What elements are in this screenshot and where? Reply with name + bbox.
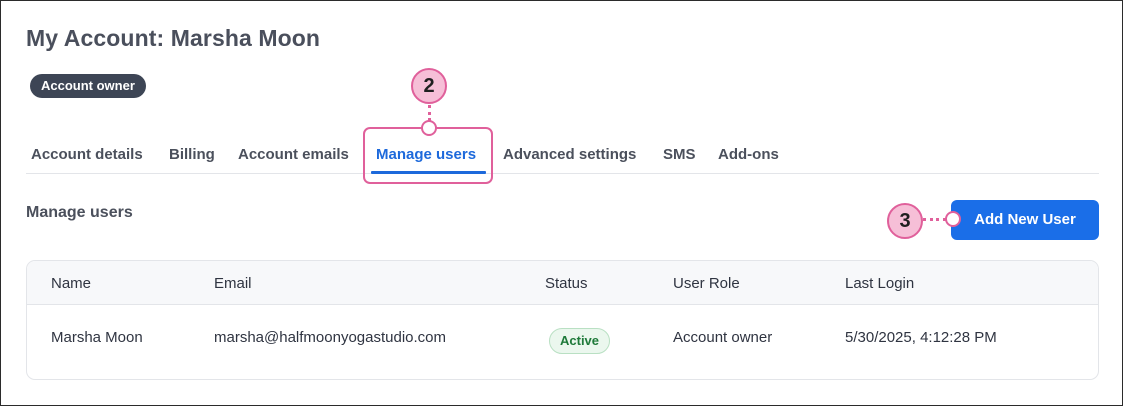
column-header-name: Name <box>51 275 92 292</box>
section-title: Manage users <box>26 204 133 221</box>
column-header-user-role: User Role <box>673 275 740 292</box>
status-badge: Active <box>549 328 611 354</box>
callout-3-connector <box>923 218 946 221</box>
tab-add-ons[interactable]: Add-ons <box>718 146 779 163</box>
callout-2-anchor-ring <box>421 120 437 136</box>
user-email: marsha@halfmoonyogastudio.com <box>214 329 447 346</box>
column-header-status: Status <box>545 275 588 292</box>
tab-advanced-settings[interactable]: Advanced settings <box>503 146 636 163</box>
tab-account-emails[interactable]: Account emails <box>238 146 349 163</box>
account-tabs: Account details Billing Account emails M… <box>26 134 1099 174</box>
column-header-email: Email <box>214 275 252 292</box>
account-page: My Account: Marsha Moon Account owner Ac… <box>0 0 1123 406</box>
callout-step-2: 2 <box>411 68 447 104</box>
users-table: Name Email Status User Role Last Login M… <box>26 260 1099 380</box>
callout-2-connector <box>428 105 431 121</box>
user-name: Marsha Moon <box>51 329 143 346</box>
tab-sms[interactable]: SMS <box>663 146 696 163</box>
user-role: Account owner <box>673 329 773 346</box>
callout-3-anchor-ring <box>945 211 961 227</box>
page-title: My Account: Marsha Moon <box>26 25 321 51</box>
column-header-last-login: Last Login <box>845 275 915 292</box>
tab-billing[interactable]: Billing <box>169 146 215 163</box>
account-owner-badge: Account owner <box>30 74 146 98</box>
add-new-user-button[interactable]: Add New User <box>951 200 1099 240</box>
tab-account-details[interactable]: Account details <box>31 146 143 163</box>
table-header: Name Email Status User Role Last Login <box>27 261 1098 305</box>
last-login: 5/30/2025, 4:12:28 PM <box>845 329 997 346</box>
callout-step-3: 3 <box>887 203 923 239</box>
